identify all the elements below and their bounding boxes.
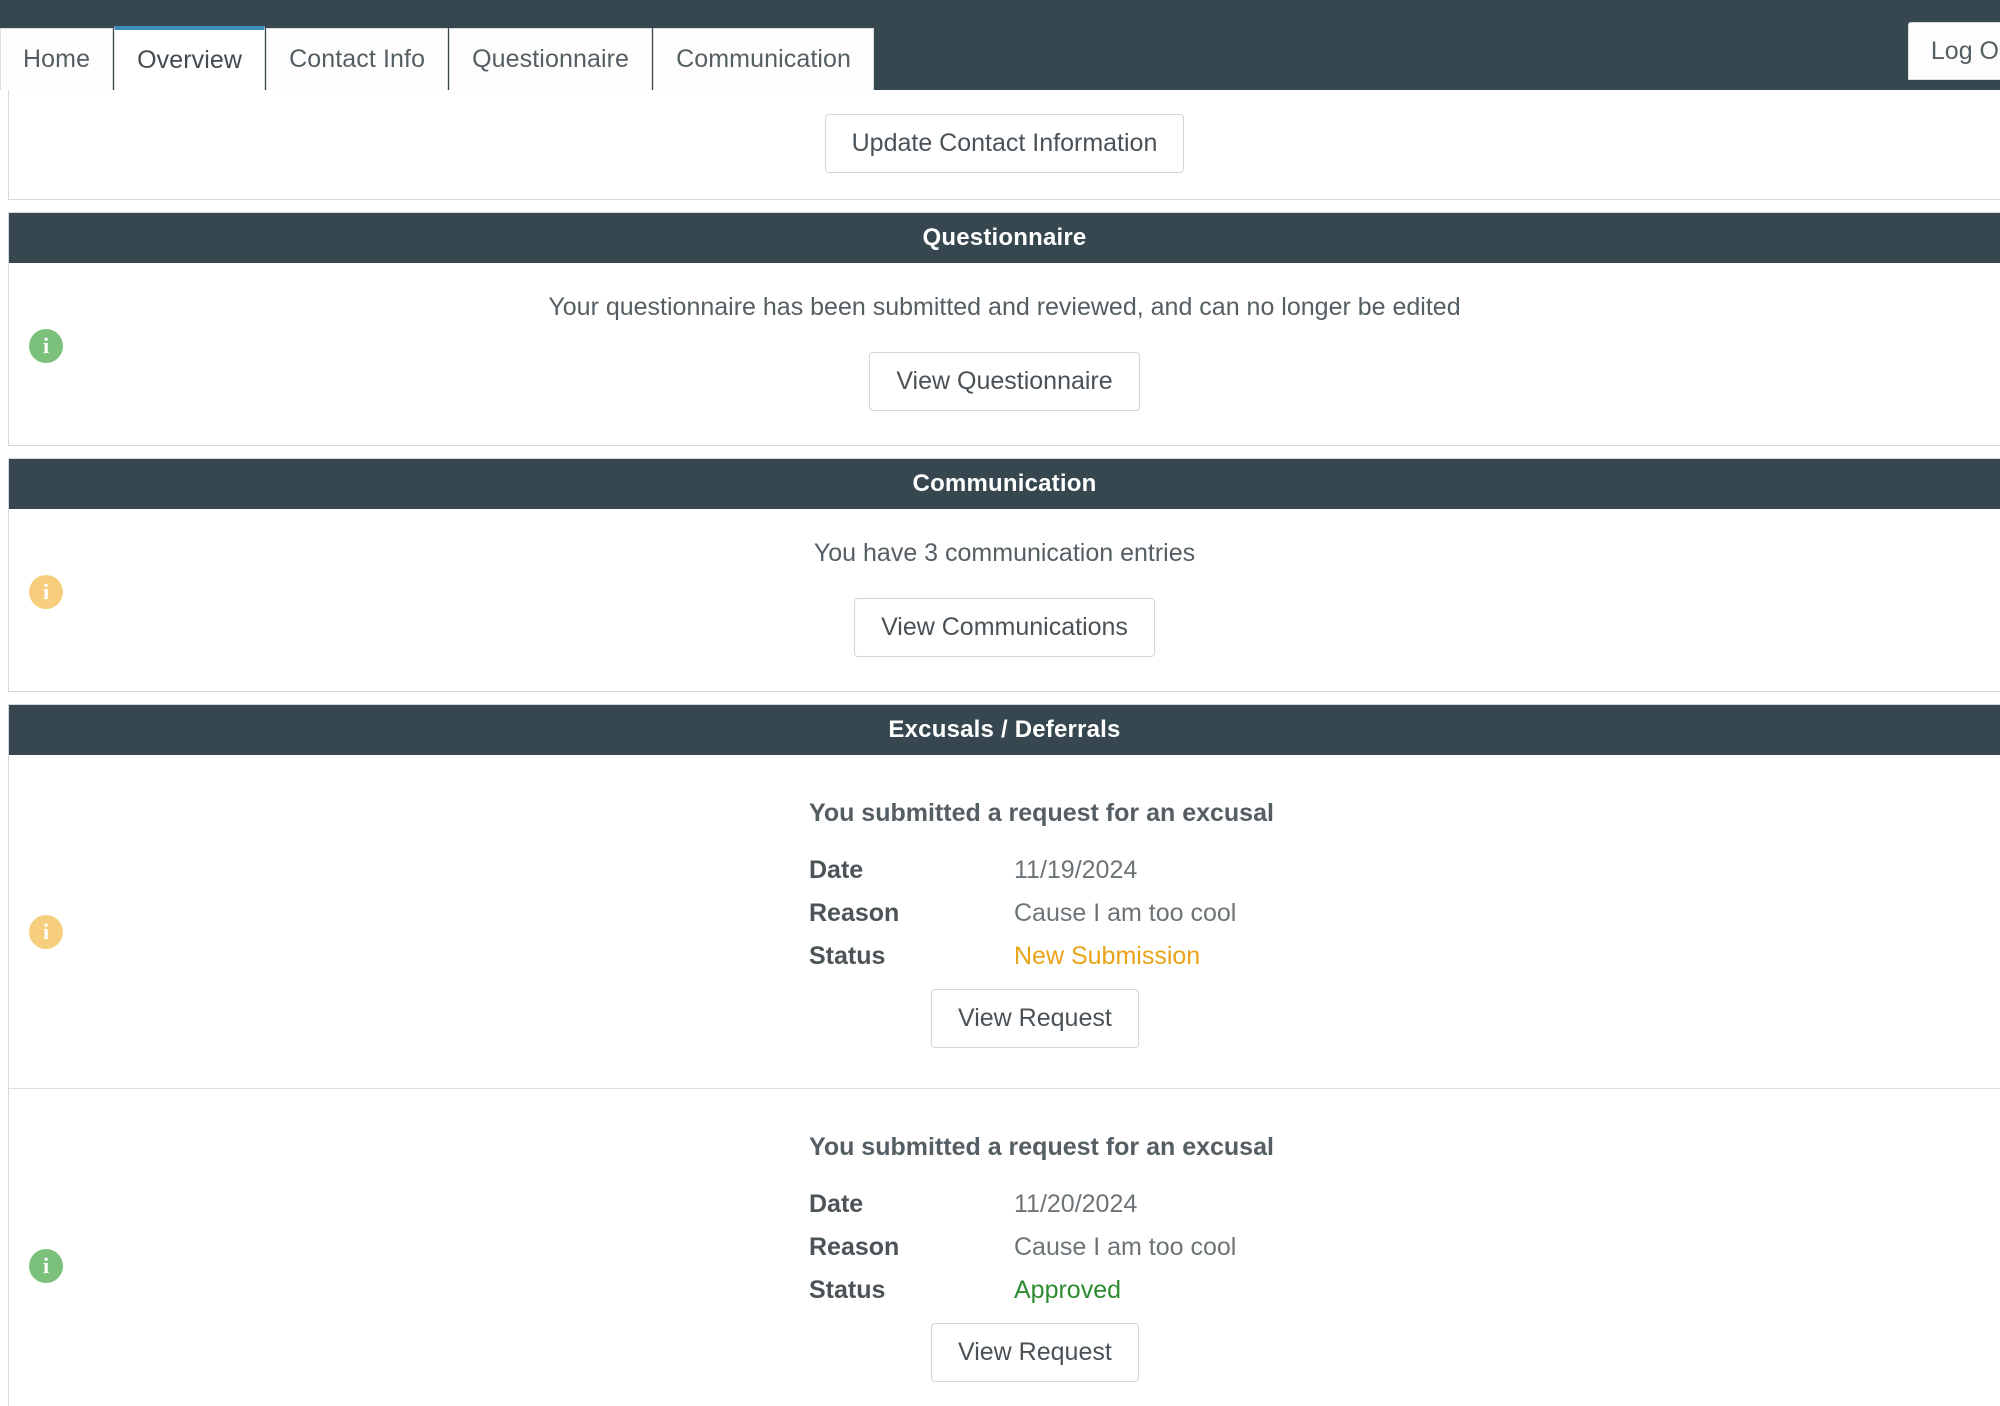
excusal-date-label: Date (809, 856, 864, 884)
tab-contact-info[interactable]: Contact Info (266, 28, 449, 90)
excusal-date-label: Date (809, 1190, 864, 1218)
tab-overview[interactable]: Overview (114, 26, 266, 90)
excusal-status-row: Status New Submission (809, 942, 2000, 971)
communication-panel-title: Communication (9, 459, 2000, 509)
excusal-reason-value: Cause I am too cool (1014, 899, 1237, 927)
info-icon-glyph: i (42, 919, 50, 944)
excusals-panel-title: Excusals / Deferrals (9, 705, 2000, 755)
info-icon: i (29, 1249, 63, 1283)
questionnaire-panel-title: Questionnaire (9, 213, 2000, 263)
excusal-reason-value: Cause I am too cool (1014, 1233, 1237, 1261)
excusal-status-label: Status (809, 1276, 886, 1304)
excusals-deferrals-panel: Excusals / Deferrals i You submitted a r… (8, 704, 2000, 1406)
tab-list: Home Overview Contact Info Questionnaire… (0, 0, 875, 90)
tab-questionnaire[interactable]: Questionnaire (449, 28, 653, 90)
info-icon: i (29, 329, 63, 363)
communication-panel: Communication i You have 3 communication… (8, 458, 2000, 692)
tab-questionnaire-label: Questionnaire (472, 45, 630, 73)
top-navigation-bar: Home Overview Contact Info Questionnaire… (0, 0, 2000, 90)
questionnaire-status-message: Your questionnaire has been submitted an… (548, 293, 1461, 321)
excusal-entry: i You submitted a request for an excusal… (9, 1088, 2000, 1406)
excusal-reason-label: Reason (809, 1233, 900, 1261)
view-questionnaire-button[interactable]: View Questionnaire (869, 352, 1140, 411)
view-communications-button[interactable]: View Communications (854, 598, 1155, 657)
excusal-entry-details: You submitted a request for an excusal D… (809, 1133, 2000, 1382)
logout-button-label: Log O (1930, 36, 1999, 65)
update-contact-information-button[interactable]: Update Contact Information (824, 114, 1185, 173)
logout-button-container: Log O (1907, 22, 2000, 80)
questionnaire-panel: Questionnaire i Your questionnaire has b… (8, 212, 2000, 446)
info-icon-glyph: i (42, 579, 50, 604)
communication-count-message: You have 3 communication entries (813, 539, 1196, 567)
excusal-date-row: Date 11/19/2024 (809, 856, 2000, 885)
excusal-action-container: View Request (931, 989, 2000, 1048)
tab-home[interactable]: Home (0, 28, 114, 90)
logout-button[interactable]: Log O (1907, 22, 2000, 80)
excusal-entry: i You submitted a request for an excusal… (9, 755, 2000, 1088)
view-request-button[interactable]: View Request (931, 1323, 1139, 1382)
questionnaire-panel-body: i Your questionnaire has been submitted … (9, 263, 2000, 445)
excusal-entry-details: You submitted a request for an excusal D… (809, 799, 2000, 1048)
questionnaire-content: Your questionnaire has been submitted an… (9, 263, 2000, 445)
status-badge: New Submission (1014, 942, 1201, 970)
tab-communication[interactable]: Communication (653, 28, 875, 90)
excusal-status-row: Status Approved (809, 1276, 2000, 1305)
info-icon-glyph: i (42, 1253, 50, 1278)
excusal-heading: You submitted a request for an excusal (809, 1133, 1274, 1161)
tab-home-label: Home (23, 45, 91, 73)
tab-contact-info-label: Contact Info (289, 45, 426, 73)
excusals-panel-body: i You submitted a request for an excusal… (9, 755, 2000, 1406)
excusal-date-row: Date 11/20/2024 (809, 1190, 2000, 1219)
excusal-reason-label: Reason (809, 899, 900, 927)
info-icon: i (29, 575, 63, 609)
excusal-date-value: 11/20/2024 (1014, 1190, 1138, 1218)
tab-overview-label: Overview (137, 45, 243, 74)
excusal-date-value: 11/19/2024 (1014, 856, 1138, 884)
info-icon: i (29, 915, 63, 949)
communication-panel-body: i You have 3 communication entries View … (9, 509, 2000, 691)
contact-information-panel: Update Contact Information (8, 90, 2000, 200)
excusal-heading: You submitted a request for an excusal (809, 799, 1274, 827)
info-icon-glyph: i (42, 333, 50, 358)
excusal-action-container: View Request (931, 1323, 2000, 1382)
excusal-reason-row: Reason Cause I am too cool (809, 899, 2000, 928)
excusal-reason-row: Reason Cause I am too cool (809, 1233, 2000, 1262)
status-badge: Approved (1014, 1276, 1122, 1304)
communication-content: You have 3 communication entries View Co… (9, 509, 2000, 691)
excusal-status-label: Status (809, 942, 886, 970)
view-request-button[interactable]: View Request (931, 989, 1139, 1048)
tab-communication-label: Communication (676, 45, 852, 73)
